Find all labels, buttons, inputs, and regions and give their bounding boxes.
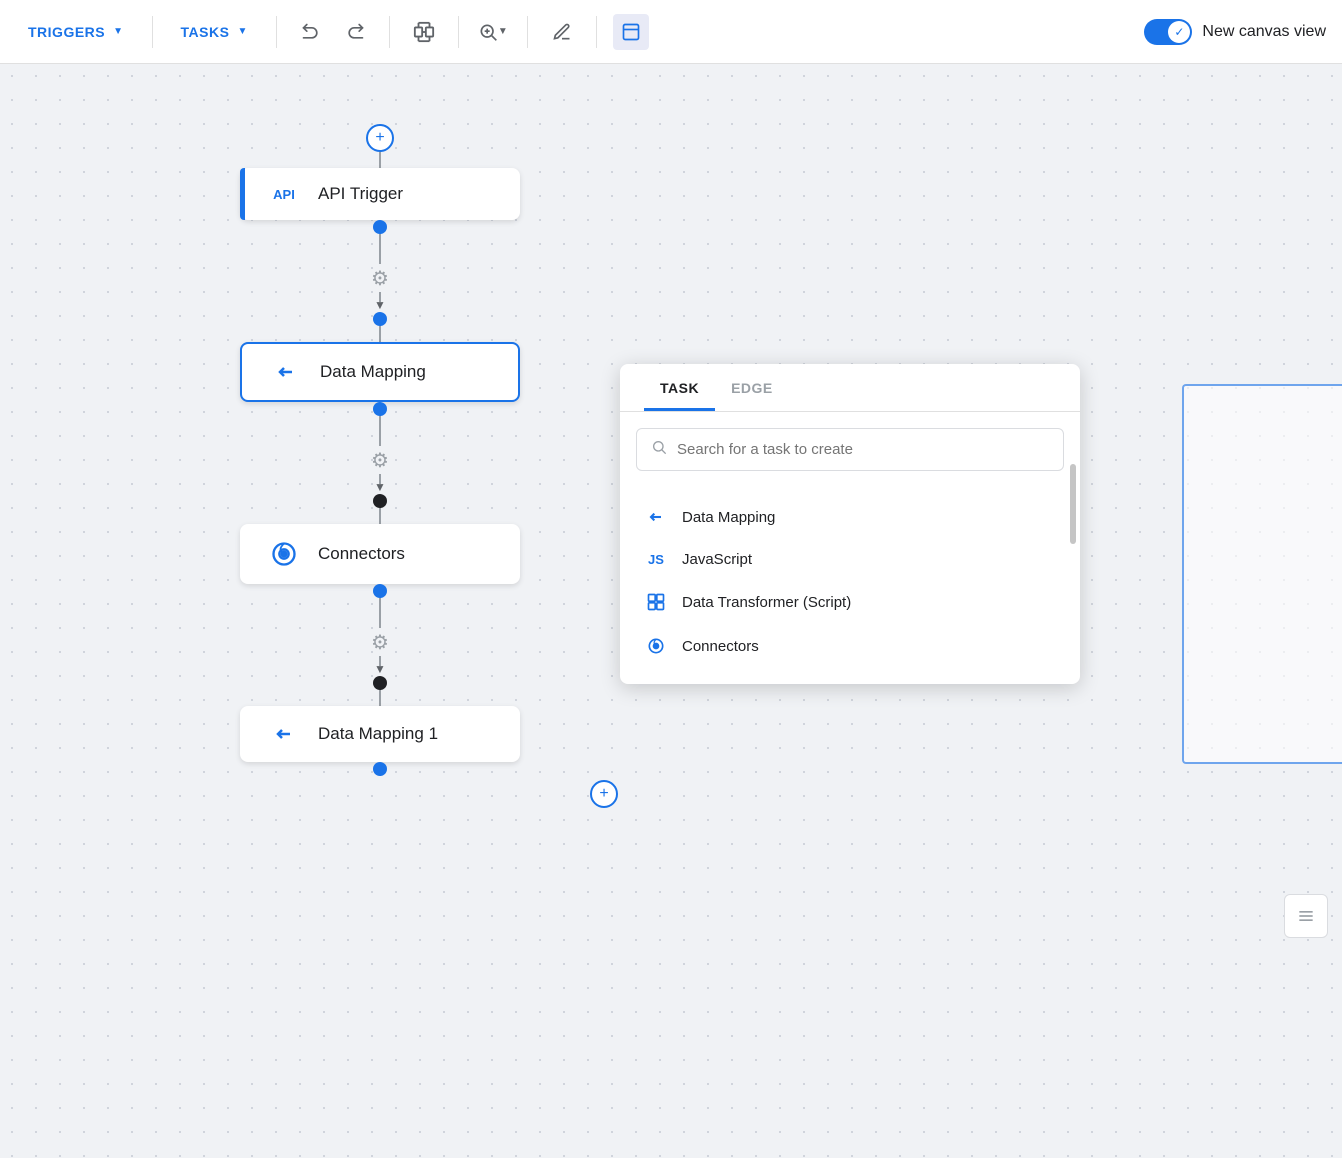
data-mapping-1-icon [264, 722, 304, 746]
data-mapping-label: Data Mapping [320, 362, 426, 382]
line-6 [379, 508, 381, 524]
gear-3[interactable]: ⚙ [366, 628, 394, 656]
triggers-chevron: ▼ [113, 26, 123, 37]
search-icon [651, 439, 667, 460]
task-item-connectors[interactable]: Connectors [620, 624, 1080, 668]
dot-2 [373, 312, 387, 326]
layout-button[interactable] [406, 14, 442, 50]
new-canvas-toggle[interactable]: ✓ [1144, 19, 1192, 45]
data-mapping-task-label: Data Mapping [682, 509, 775, 526]
dot-4 [373, 494, 387, 508]
tab-edge[interactable]: EDGE [715, 364, 789, 411]
node-api-trigger[interactable]: API API Trigger [240, 168, 520, 220]
javascript-task-label: JavaScript [682, 551, 752, 568]
divider-6 [596, 16, 597, 48]
tasks-group: TASKS ▼ [169, 18, 260, 46]
redo-button[interactable] [337, 14, 373, 50]
api-trigger-label: API Trigger [318, 184, 403, 204]
tasks-chevron: ▼ [237, 26, 247, 37]
line-4 [379, 416, 381, 446]
gear-2[interactable]: ⚙ [366, 446, 394, 474]
dot-1 [373, 220, 387, 234]
task-item-javascript[interactable]: JS JavaScript [620, 539, 1080, 580]
js-task-icon: JS [644, 552, 668, 567]
dot-6 [373, 676, 387, 690]
new-canvas-label: New canvas view [1202, 23, 1326, 41]
data-mapping-icon [266, 360, 306, 384]
toggle-knob: ✓ [1168, 21, 1190, 43]
line-3 [379, 326, 381, 342]
divider-3 [389, 16, 390, 48]
arrow-1: ▼ [374, 298, 386, 312]
toolbar: TRIGGERS ▼ TASKS ▼ [0, 0, 1342, 64]
edit-button[interactable] [544, 14, 580, 50]
side-panel-stub [1182, 384, 1342, 764]
connectors-label: Connectors [318, 544, 405, 564]
divider-5 [527, 16, 528, 48]
canvas-view-button[interactable] [613, 14, 649, 50]
node-left-bar [240, 168, 245, 220]
tasks-label: TASKS [181, 24, 230, 40]
flow-container: + API API Trigger ⚙ ▼ Data Mapping [240, 124, 520, 776]
triggers-label: TRIGGERS [28, 24, 105, 40]
tab-task[interactable]: TASK [644, 364, 715, 411]
zoom-chevron: ▼ [498, 26, 508, 37]
data-transformer-task-label: Data Transformer (Script) [682, 594, 851, 611]
api-icon: API [264, 187, 304, 202]
connector-top [379, 152, 381, 168]
node-connectors[interactable]: Connectors [240, 524, 520, 584]
line-9 [379, 690, 381, 706]
task-item-data-mapping[interactable]: Data Mapping [620, 495, 1080, 539]
add-node-top[interactable]: + [366, 124, 394, 152]
line-1 [379, 234, 381, 264]
arrow-2: ▼ [374, 480, 386, 494]
divider-2 [276, 16, 277, 48]
task-item-data-transformer[interactable]: Data Transformer (Script) [620, 580, 1080, 624]
task-panel-tabs: TASK EDGE [620, 364, 1080, 412]
divider-1 [152, 16, 153, 48]
triggers-button[interactable]: TRIGGERS ▼ [16, 18, 136, 46]
line-7 [379, 598, 381, 628]
connectors-task-label: Connectors [682, 638, 759, 655]
triggers-group: TRIGGERS ▼ [16, 18, 136, 46]
data-mapping-task-icon [644, 507, 668, 527]
connectors-task-icon [644, 636, 668, 656]
task-panel-scrollbar[interactable] [1070, 464, 1076, 544]
task-search-input[interactable] [677, 441, 1049, 458]
new-canvas-toggle-group: ✓ New canvas view [1144, 19, 1326, 45]
task-search-box [636, 428, 1064, 471]
side-panel-lines-icon[interactable] [1284, 894, 1328, 938]
gear-1[interactable]: ⚙ [366, 264, 394, 292]
dot-5 [373, 584, 387, 598]
tasks-button[interactable]: TASKS ▼ [169, 18, 260, 46]
connectors-icon [264, 540, 304, 568]
dot-7 [373, 762, 387, 776]
task-list: Data Mapping JS JavaScript [620, 487, 1080, 684]
zoom-button[interactable]: ▼ [475, 14, 511, 50]
dot-3 [373, 402, 387, 416]
transformer-task-icon [644, 592, 668, 612]
canvas[interactable]: + API API Trigger ⚙ ▼ Data Mapping [0, 64, 1342, 1158]
node-data-mapping[interactable]: Data Mapping [240, 342, 520, 402]
undo-button[interactable] [293, 14, 329, 50]
add-node-bottom[interactable]: + [590, 780, 618, 808]
divider-4 [458, 16, 459, 48]
data-mapping-1-label: Data Mapping 1 [318, 724, 438, 744]
arrow-3: ▼ [374, 662, 386, 676]
node-data-mapping-1[interactable]: Data Mapping 1 [240, 706, 520, 762]
task-panel: TASK EDGE Da [620, 364, 1080, 684]
